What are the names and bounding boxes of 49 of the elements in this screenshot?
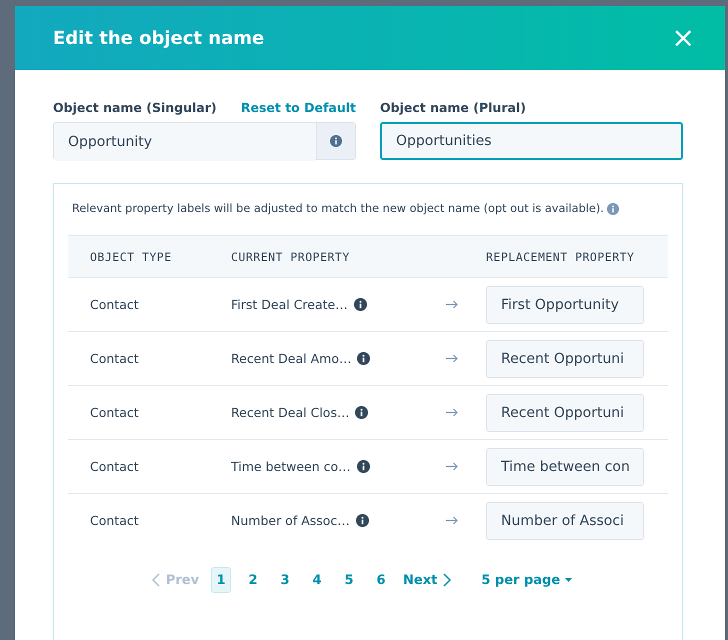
- replacement-field[interactable]: Recent Opportuni: [486, 340, 644, 378]
- replacement-field[interactable]: Recent Opportuni: [486, 394, 644, 432]
- page-button[interactable]: 2: [243, 567, 264, 593]
- page-button[interactable]: 4: [307, 567, 328, 593]
- next-button[interactable]: Next: [399, 568, 456, 592]
- column-header: CURRENT PROPERTY: [231, 250, 351, 264]
- info-icon: [355, 406, 368, 419]
- column-header: REPLACEMENT PROPERTY: [486, 250, 636, 264]
- info-icon: [356, 514, 369, 527]
- chevron-right-icon: [443, 573, 452, 587]
- info-icon: [357, 352, 370, 365]
- page-button[interactable]: 5: [339, 567, 360, 593]
- arrow-right-icon: [446, 408, 459, 417]
- info-icon: [354, 298, 367, 311]
- close-button[interactable]: ×: [670, 24, 697, 52]
- table-cell: Recent Deal Clos…: [231, 405, 350, 420]
- field-label: Object name (Singular): [53, 100, 217, 115]
- info-icon: [356, 460, 370, 473]
- table-cell: First Deal Create…: [231, 297, 348, 312]
- page-button[interactable]: 6: [371, 567, 392, 593]
- table-cell: Number of Assoc…: [231, 513, 350, 528]
- table-cell-text: Contact: [90, 405, 140, 420]
- per-page-dropdown[interactable]: 5 per page: [475, 572, 578, 588]
- replacement-field[interactable]: Time between con: [486, 448, 644, 486]
- info-icon: [606, 202, 619, 214]
- page-button[interactable]: 1: [211, 567, 232, 593]
- dialog-title: Edit the object name: [53, 28, 264, 48]
- replacement-field[interactable]: Number of Associ: [486, 502, 644, 540]
- table-cell-text: Contact: [90, 297, 140, 312]
- singular-name-field[interactable]: Opportunity: [53, 122, 356, 160]
- arrow-right-icon: [446, 516, 459, 525]
- table-cell-text: Contact: [90, 513, 140, 528]
- reset-link[interactable]: Reset to Default: [240, 100, 356, 115]
- table-cell-text: Contact: [90, 351, 140, 366]
- caret-icon: [565, 578, 572, 582]
- replacement-field[interactable]: First Opportunity: [486, 286, 644, 324]
- field-label: Object name (Plural): [380, 100, 527, 115]
- page-button[interactable]: 3: [275, 567, 296, 593]
- table-cell-text: Contact: [90, 459, 140, 474]
- table-cell: Time between co…: [231, 459, 351, 474]
- chevron-left-icon: [152, 573, 160, 587]
- table-cell: Recent Deal Amo…: [231, 351, 352, 366]
- notice-text: Relevant property labels will be adjusted to match the new object name (opt out is available).: [72, 202, 604, 215]
- arrow-right-icon: [446, 354, 459, 363]
- arrow-right-icon: [446, 462, 459, 471]
- column-header: OBJECT TYPE: [90, 250, 173, 264]
- info-icon: [330, 135, 342, 147]
- plural-name-field[interactable]: Opportunities: [380, 122, 683, 160]
- arrow-right-icon: [446, 300, 459, 309]
